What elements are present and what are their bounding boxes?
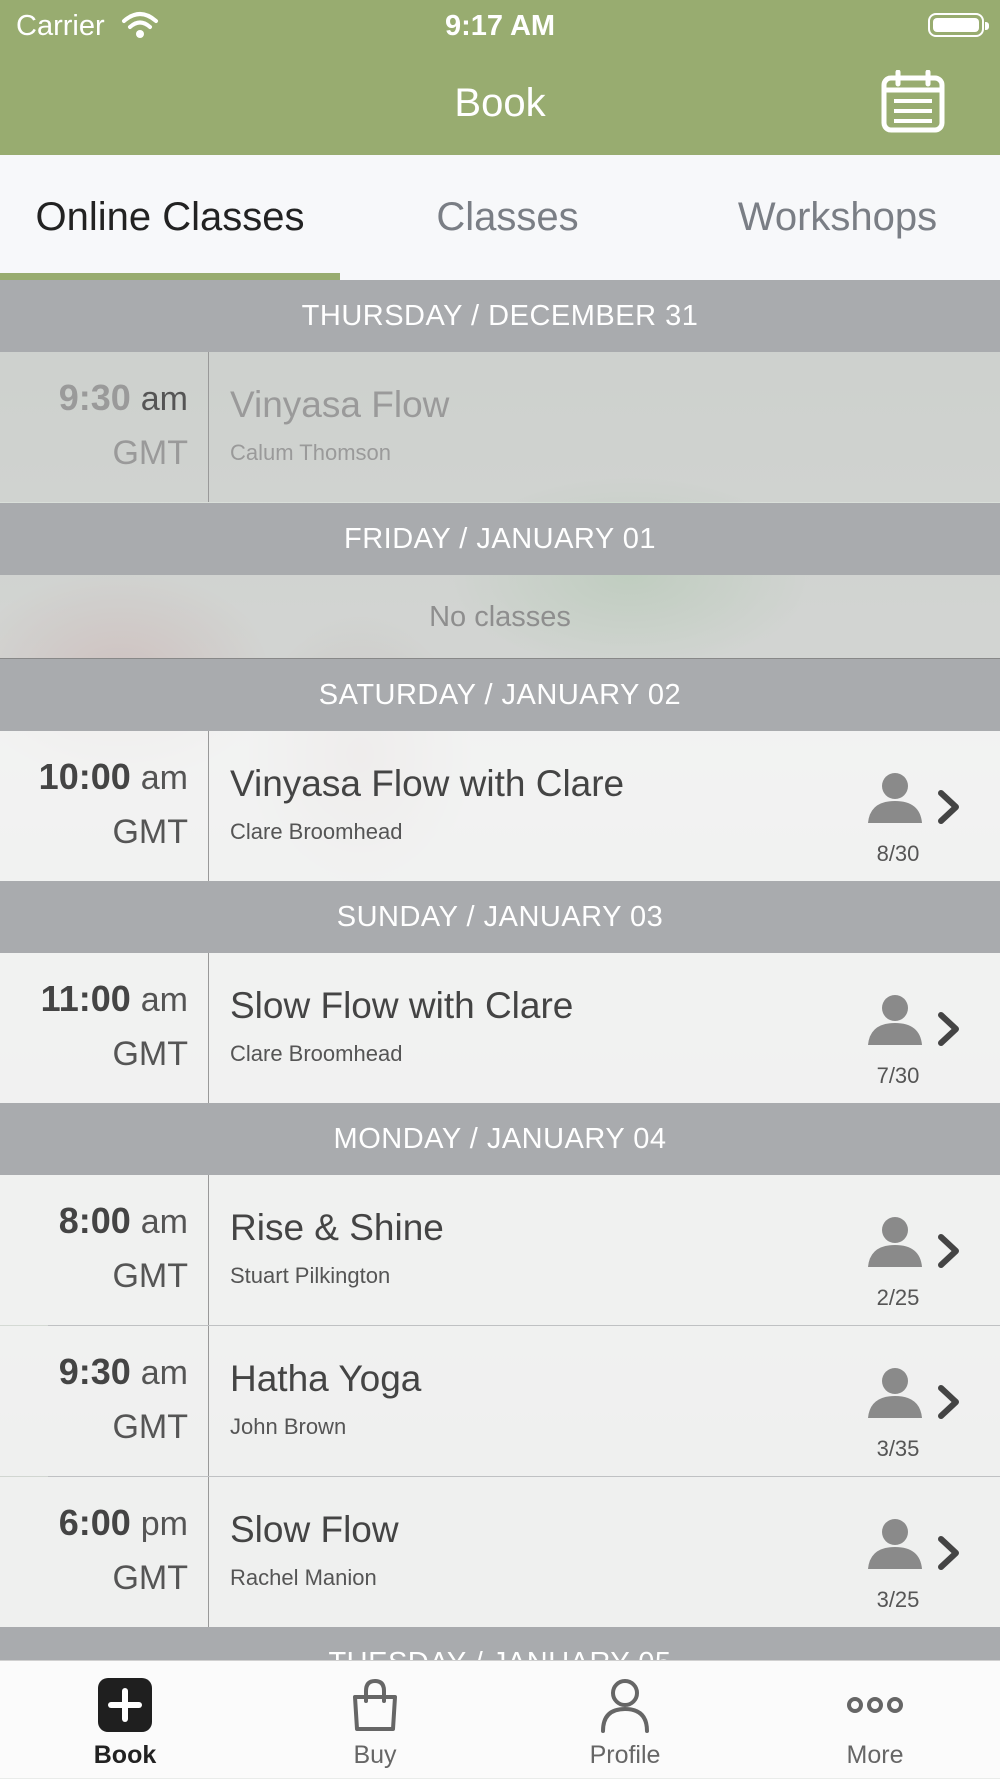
- class-name: Hatha Yoga: [230, 1358, 422, 1399]
- teacher-name: John Brown: [230, 1414, 347, 1439]
- person-icon: [868, 1368, 922, 1418]
- shopping-bag-icon: [353, 1678, 397, 1731]
- teacher-name: Calum Thomson: [230, 440, 391, 465]
- header-bar: Carrier 9:17 AM Book: [0, 0, 1000, 155]
- active-tab-indicator: [0, 273, 340, 280]
- tab-bar-more[interactable]: More: [750, 1661, 1000, 1779]
- capacity-count: 8/30: [876, 841, 920, 866]
- day-header: THURSDAY / DECEMBER 31: [0, 280, 1000, 352]
- class-timezone: GMT: [112, 434, 188, 472]
- tab-bar-buy[interactable]: Buy: [250, 1661, 500, 1779]
- plus-icon: [98, 1678, 152, 1732]
- class-row[interactable]: 9:30 am GMT Hatha Yoga John Brown 3/35: [0, 1326, 1000, 1476]
- teacher-name: Rachel Manion: [230, 1565, 377, 1590]
- class-time: 6:00 pm: [58, 1502, 188, 1543]
- class-time: 9:30 am: [58, 377, 188, 418]
- tab-online-classes[interactable]: Online Classes: [0, 155, 340, 280]
- chevron-right-icon: [938, 1385, 959, 1419]
- class-time: 11:00 am: [40, 978, 188, 1019]
- teacher-name: Clare Broomhead: [230, 819, 403, 844]
- tab-bar-profile[interactable]: Profile: [500, 1661, 750, 1779]
- calendar-icon[interactable]: [880, 70, 946, 134]
- no-classes-row: No classes: [0, 575, 1000, 659]
- person-icon: [601, 1679, 649, 1733]
- class-row-past: 9:30 am GMT Vinyasa Flow Calum Thomson: [0, 352, 1000, 502]
- person-icon: [868, 995, 922, 1045]
- capacity-count: 3/35: [876, 1436, 920, 1461]
- day-header: MONDAY / JANUARY 04: [0, 1103, 1000, 1175]
- no-classes-label: No classes: [429, 601, 571, 633]
- tab-workshops[interactable]: Workshops: [675, 155, 1000, 280]
- class-name: Rise & Shine: [230, 1207, 444, 1248]
- class-name: Vinyasa Flow with Clare: [230, 763, 625, 804]
- class-name: Vinyasa Flow: [230, 384, 450, 425]
- class-row[interactable]: 8:00 am GMT Rise & Shine Stuart Pilkingt…: [0, 1175, 1000, 1325]
- class-name: Slow Flow: [230, 1509, 399, 1550]
- bottom-tab-bar: Book Buy Profile More: [0, 1660, 1000, 1778]
- chevron-right-icon: [938, 1012, 959, 1046]
- capacity-count: 3/25: [876, 1587, 920, 1612]
- tab-bar-label: More: [846, 1741, 904, 1769]
- class-row[interactable]: 10:00 am GMT Vinyasa Flow with Clare Cla…: [0, 731, 1000, 881]
- tab-classes[interactable]: Classes: [340, 155, 675, 280]
- day-header: SATURDAY / JANUARY 02: [0, 659, 1000, 731]
- status-time: 9:17 AM: [444, 10, 556, 42]
- class-time: 10:00 am: [38, 756, 188, 797]
- class-timezone: GMT: [112, 1035, 188, 1073]
- chevron-right-icon: [938, 1536, 959, 1570]
- class-timezone: GMT: [112, 1559, 188, 1597]
- page-title: Book: [454, 81, 546, 125]
- person-icon: [868, 1217, 922, 1267]
- tab-bar-label: Profile: [589, 1741, 661, 1769]
- person-icon: [868, 773, 922, 823]
- class-time: 8:00 am: [58, 1200, 188, 1241]
- tab-bar-label: Buy: [353, 1741, 397, 1769]
- tab-bar-label: Book: [93, 1741, 157, 1769]
- day-header: FRIDAY / JANUARY 01: [0, 503, 1000, 575]
- capacity-count: 2/25: [876, 1285, 920, 1310]
- class-time: 9:30 am: [58, 1351, 188, 1392]
- class-row[interactable]: 11:00 am GMT Slow Flow with Clare Clare …: [0, 953, 1000, 1103]
- person-icon: [868, 1519, 922, 1569]
- ellipsis-icon: [847, 1697, 903, 1713]
- class-timezone: GMT: [112, 1257, 188, 1295]
- day-header: SUNDAY / JANUARY 03: [0, 881, 1000, 953]
- class-timezone: GMT: [112, 1408, 188, 1446]
- class-row[interactable]: 6:00 pm GMT Slow Flow Rachel Manion 3/25: [0, 1477, 1000, 1627]
- tab-bar-book[interactable]: Book: [0, 1661, 250, 1779]
- teacher-name: Stuart Pilkington: [230, 1263, 391, 1288]
- class-timezone: GMT: [112, 813, 188, 851]
- capacity-count: 7/30: [876, 1063, 920, 1088]
- teacher-name: Clare Broomhead: [230, 1041, 403, 1066]
- chevron-right-icon: [938, 1234, 959, 1268]
- class-name: Slow Flow with Clare: [230, 985, 574, 1026]
- segmented-tabs: Online Classes Classes Workshops: [0, 155, 1000, 280]
- battery-icon: [928, 13, 989, 37]
- chevron-right-icon: [938, 790, 959, 824]
